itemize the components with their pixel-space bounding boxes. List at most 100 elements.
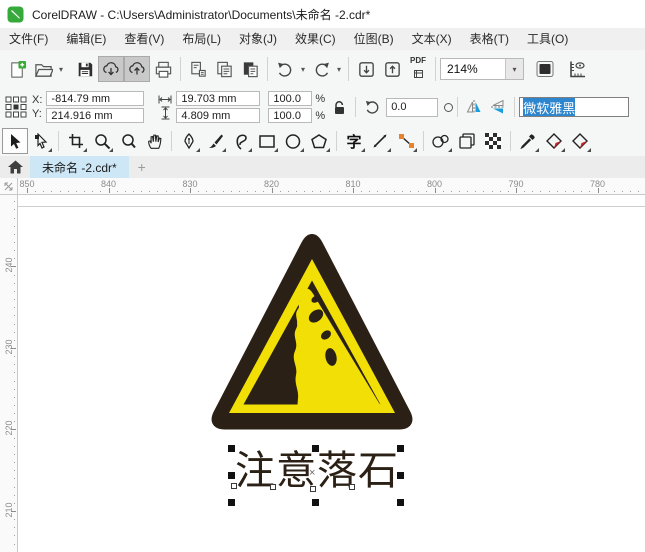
smart-fill-tool[interactable] <box>567 128 593 154</box>
menu-item-effects[interactable]: 效果(C) <box>286 28 345 50</box>
selection-handle-top-center[interactable] <box>312 445 319 452</box>
contour-tool[interactable] <box>454 128 480 154</box>
polygon-tool[interactable] <box>306 128 332 154</box>
text-tool[interactable]: 字 <box>341 128 367 154</box>
open-dropdown-caret[interactable]: ▾ <box>56 65 66 74</box>
print-button[interactable] <box>150 56 176 82</box>
selection-handle-mid-right[interactable] <box>397 472 404 479</box>
mirror-horizontal-button[interactable] <box>462 95 486 119</box>
pick-arrow-icon <box>10 133 20 149</box>
falling-rocks-warning-sign[interactable] <box>205 233 420 434</box>
redo-dropdown-caret[interactable]: ▾ <box>334 65 344 74</box>
zoom-out-tool[interactable] <box>115 128 141 154</box>
text-node-marker-1[interactable] <box>231 483 237 489</box>
selection-center-marker[interactable]: × <box>309 468 315 479</box>
eyedropper-icon <box>520 134 535 149</box>
selection-handle-top-left[interactable] <box>228 445 235 452</box>
transparency-tool[interactable] <box>480 128 506 154</box>
horizontal-ruler[interactable]: 850 840 830 820 810 800 790 780 <box>18 178 645 195</box>
show-rulers-button[interactable] <box>564 56 590 82</box>
menu-item-tools[interactable]: 工具(O) <box>518 28 577 50</box>
interactive-fill-tool[interactable] <box>541 128 567 154</box>
pdf-box-icon <box>413 69 423 78</box>
menu-item-bitmaps[interactable]: 位图(B) <box>345 28 403 50</box>
menu-item-edit[interactable]: 编辑(E) <box>57 28 115 50</box>
eyedropper-tool[interactable] <box>515 128 541 154</box>
full-screen-preview-button[interactable] <box>532 56 558 82</box>
checkerboard-icon <box>485 133 501 149</box>
copy-button[interactable] <box>211 56 237 82</box>
object-height-field[interactable]: 4.809 mm <box>176 108 261 123</box>
selection-handle-bottom-left[interactable] <box>228 499 235 506</box>
selection-handle-top-right[interactable] <box>397 445 404 452</box>
pick-tool[interactable] <box>2 128 28 154</box>
open-button[interactable] <box>30 56 56 82</box>
paste-button[interactable] <box>237 56 263 82</box>
freehand-tool[interactable] <box>228 128 254 154</box>
cloud-upload-button[interactable] <box>124 56 150 82</box>
save-button[interactable] <box>72 56 98 82</box>
rotation-button[interactable] <box>360 95 384 119</box>
publish-to-pdf-button[interactable]: PDF <box>405 56 431 82</box>
export-button[interactable] <box>379 56 405 82</box>
document-tab-label: 未命名 -2.cdr* <box>42 160 117 175</box>
shape-tool[interactable] <box>28 128 54 154</box>
hand-icon <box>147 134 161 149</box>
mirror-vertical-button[interactable] <box>486 95 510 119</box>
ruler-origin-corner[interactable] <box>0 178 18 195</box>
text-node-marker-3[interactable] <box>310 486 316 492</box>
scale-vertical-percent: % <box>315 109 326 122</box>
export-icon <box>384 61 400 77</box>
ellipse-tool[interactable] <box>280 128 306 154</box>
selection-handle-mid-left[interactable] <box>228 472 235 479</box>
blend-tool[interactable] <box>428 128 454 154</box>
dimension-tool[interactable] <box>367 128 393 154</box>
selection-handle-bottom-center[interactable] <box>312 499 319 506</box>
import-button[interactable] <box>353 56 379 82</box>
y-position-field[interactable]: 214.916 mm <box>46 108 145 123</box>
zoom-dropdown-caret[interactable]: ▾ <box>505 59 523 79</box>
cloud-download-button[interactable] <box>98 56 124 82</box>
brush-icon <box>208 134 223 148</box>
selection-handle-bottom-right[interactable] <box>397 499 404 506</box>
artistic-media-tool[interactable] <box>202 128 228 154</box>
undo-button[interactable] <box>272 56 298 82</box>
scale-horizontal-field[interactable]: 100.0 <box>268 91 313 106</box>
font-name-field[interactable]: 微软雅黑 <box>519 97 630 117</box>
new-tab-button[interactable]: + <box>129 156 155 178</box>
zoom-tool[interactable] <box>89 128 115 154</box>
pdf-icon: PDF <box>410 55 426 65</box>
connector-tool[interactable] <box>393 128 419 154</box>
scale-vertical-field[interactable]: 100.0 <box>268 108 313 123</box>
crop-tool[interactable] <box>63 128 89 154</box>
object-width-field[interactable]: 19.703 mm <box>176 91 261 106</box>
sign-caption-text[interactable]: 注意落石 <box>235 449 405 493</box>
menu-item-table[interactable]: 表格(T) <box>461 28 518 50</box>
pan-tool[interactable] <box>141 128 167 154</box>
cut-button[interactable] <box>185 56 211 82</box>
undo-dropdown-caret[interactable]: ▾ <box>298 65 308 74</box>
redo-button[interactable] <box>308 56 334 82</box>
pen-tool[interactable] <box>176 128 202 154</box>
rectangle-tool[interactable] <box>254 128 280 154</box>
menu-item-file[interactable]: 文件(F) <box>0 28 57 50</box>
mirror-horizontal-icon <box>466 100 481 114</box>
polygon-icon <box>311 133 327 148</box>
zoom-level-combo[interactable]: 214% ▾ <box>440 58 524 80</box>
lock-ratio-button[interactable] <box>327 95 351 119</box>
text-node-marker-2[interactable] <box>270 484 276 490</box>
menu-item-layout[interactable]: 布局(L) <box>173 28 230 50</box>
new-document-button[interactable] <box>4 56 30 82</box>
menu-item-object[interactable]: 对象(J) <box>230 28 286 50</box>
menu-item-view[interactable]: 查看(V) <box>115 28 173 50</box>
rotation-angle-field[interactable]: 0.0 <box>386 97 439 117</box>
canvas[interactable]: 注意落石 × <box>18 195 645 552</box>
text-tool-glyph: 字 <box>346 133 362 151</box>
home-tab-button[interactable] <box>0 156 30 178</box>
x-position-field[interactable]: -814.79 mm <box>46 91 145 106</box>
vertical-ruler[interactable]: 250240230220210 <box>0 195 18 552</box>
menu-bar: 文件(F) 编辑(E) 查看(V) 布局(L) 对象(J) 效果(C) 位图(B… <box>0 28 645 51</box>
menu-item-text[interactable]: 文本(X) <box>403 28 461 50</box>
document-tab-active[interactable]: 未命名 -2.cdr* <box>30 156 129 178</box>
text-node-marker-4[interactable] <box>349 484 355 490</box>
